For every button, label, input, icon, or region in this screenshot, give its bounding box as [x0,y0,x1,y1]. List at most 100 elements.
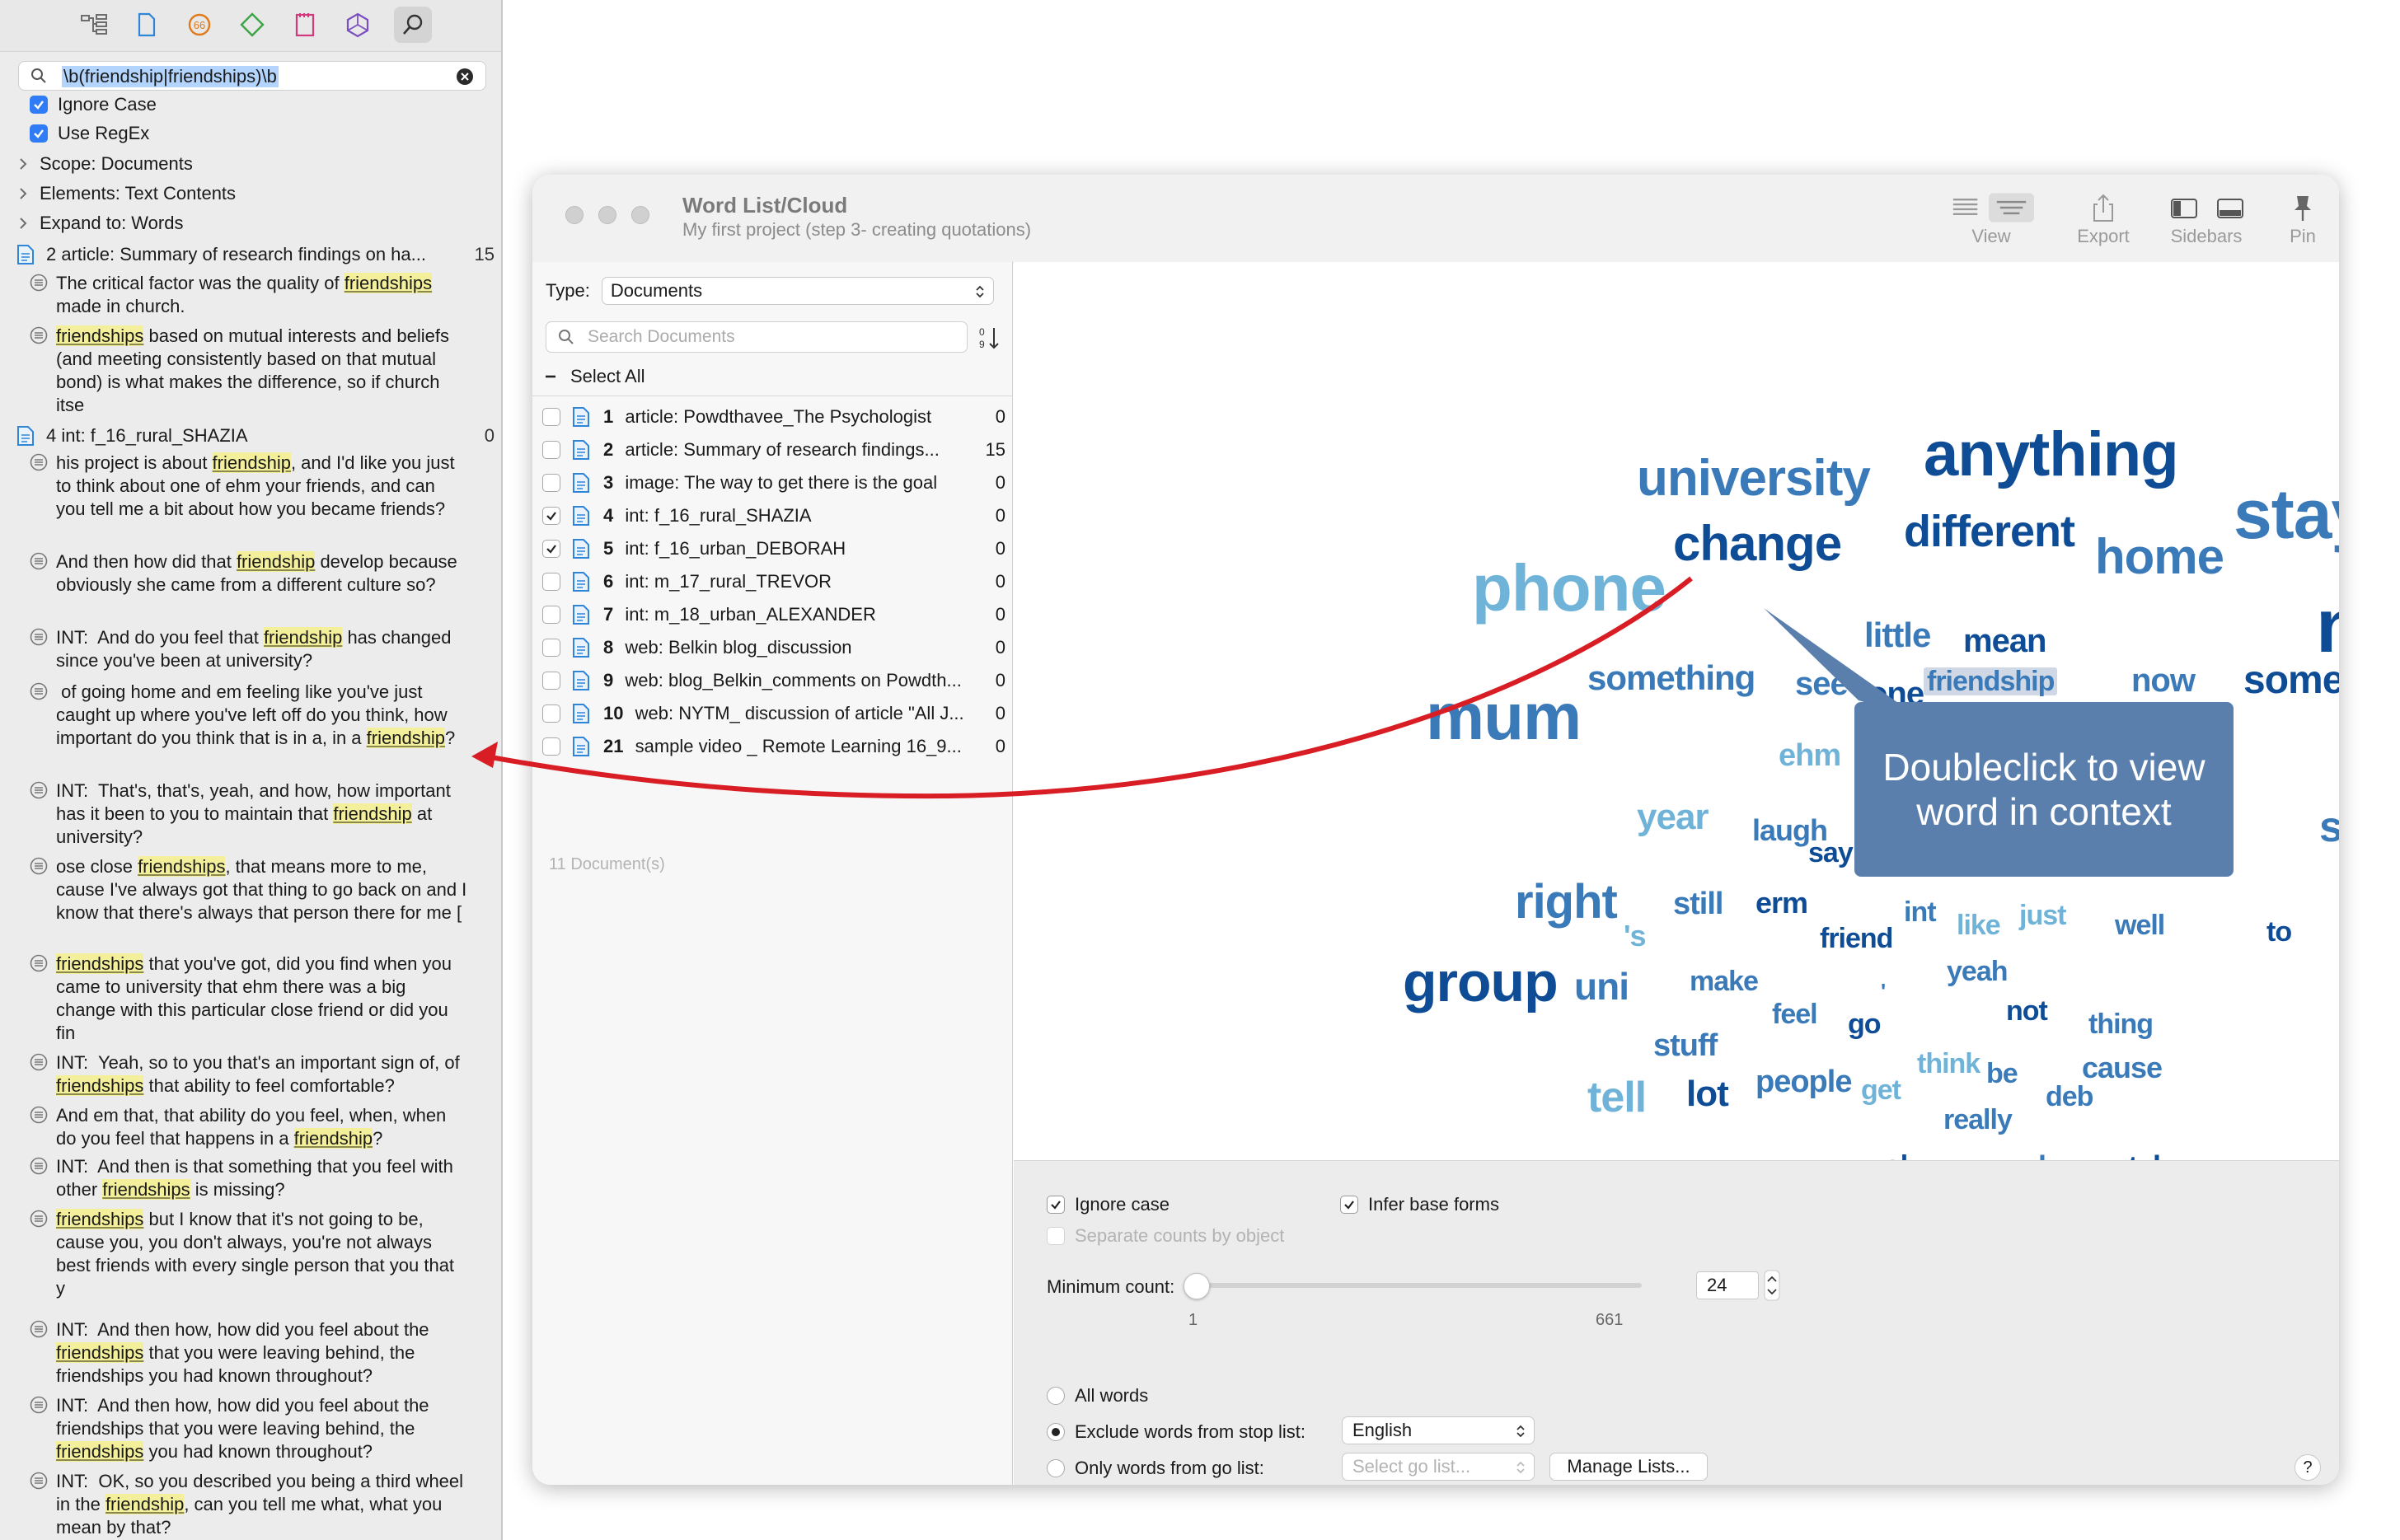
code-icon[interactable] [236,8,269,41]
all-words-option[interactable]: All words [1047,1385,1148,1407]
cloud-word[interactable]: see [1795,667,1849,700]
cloud-word[interactable]: different [1904,509,2075,554]
type-select[interactable]: Documents [601,277,994,305]
document-checkbox[interactable] [542,540,560,558]
infer-base-forms-option[interactable]: Infer base forms [1340,1194,1499,1215]
cloud-word[interactable]: phone [1472,555,1666,621]
document-row[interactable]: 21 sample video _ Remote Learning 16_9..… [542,730,1005,763]
cloud-word[interactable]: anything [1924,424,2179,486]
ignore-case-checkbox[interactable] [30,96,48,114]
cloud-word[interactable]: deb [2046,1083,2093,1111]
cloud-word[interactable]: stay [2234,480,2339,549]
minimum-count-slider-track[interactable] [1187,1283,1642,1288]
minus-icon[interactable] [542,368,559,385]
pin-button[interactable]: Pin [2278,190,2327,247]
document-checkbox[interactable] [542,441,560,459]
cloud-word[interactable]: feel [1772,1000,1818,1028]
stepper-icon[interactable] [1764,1270,1780,1301]
cloud-word[interactable]: start [2319,806,2339,849]
use-regex-option[interactable]: Use RegEx [30,123,149,144]
result-group-header[interactable]: 4 int: f_16_rural_SHAZIA 0 [16,425,495,447]
expand-row[interactable]: Expand to: Words [18,213,183,234]
clear-search-icon[interactable] [456,68,474,86]
document-checkbox[interactable] [542,737,560,756]
document-row[interactable]: 9 web: blog_Belkin_comments on Powdth...… [542,664,1005,697]
document-row[interactable]: 7 int: m_18_urban_ALEXANDER 0 [542,598,1005,631]
cloud-word[interactable]: just [2019,901,2066,929]
document-checkbox[interactable] [542,672,560,690]
cloud-word[interactable]: ehm [1779,740,1841,771]
cloud-word[interactable]: still [1673,888,1723,920]
cloud-word-selected[interactable]: friendship [1924,667,2058,695]
cloud-word[interactable]: right [1515,878,1618,926]
cloud-word[interactable]: group [1403,954,1559,1010]
cloud-word[interactable]: little [1864,618,1931,653]
export-button[interactable]: Export [2070,190,2136,247]
document-row[interactable]: 2 article: Summary of research findings.… [542,433,1005,466]
cloud-word[interactable]: go [1848,1010,1882,1038]
separate-counts-option[interactable]: Separate counts by object [1047,1225,1284,1247]
minimize-window-button[interactable] [598,206,616,224]
cloud-word[interactable]: thing [2088,1010,2154,1038]
hierarchy-icon[interactable] [77,8,110,41]
chevron-right-icon[interactable] [18,187,28,200]
search-input[interactable]: \b(friendship|friendships)\b [18,61,486,91]
document-row[interactable]: 3 image: The way to get there is the goa… [542,466,1005,499]
ignore-case-option[interactable]: Ignore Case [30,94,157,115]
scope-row[interactable]: Scope: Documents [18,153,193,175]
minimum-count-field[interactable]: 24 [1696,1271,1759,1299]
close-window-button[interactable] [565,206,584,224]
all-words-radio[interactable] [1047,1387,1065,1405]
document-checkbox[interactable] [542,573,560,591]
cloud-word[interactable]: erm [1755,888,1808,918]
cloud-word[interactable]: cause [2082,1053,2163,1083]
cloud-word[interactable]: like [1957,911,2001,939]
result-group-header[interactable]: 2 article: Summary of research findings … [16,244,495,265]
cloud-word[interactable]: really [1943,1106,2013,1134]
cloud-word[interactable]: something [1587,661,1755,695]
cloud-word[interactable]: need [2316,588,2339,664]
cloud-word[interactable]: to [2266,918,2292,946]
document-row[interactable]: 6 int: m_17_rural_TREVOR 0 [542,565,1005,598]
document-row[interactable]: 4 int: f_16_rural_SHAZIA 0 [542,499,1005,532]
cloud-word[interactable]: think [1917,1050,1980,1078]
sort-icon[interactable]: 09 [977,325,1002,351]
separate-counts-checkbox[interactable] [1047,1227,1065,1245]
network-icon[interactable] [341,8,374,41]
document-checkbox[interactable] [542,639,560,657]
cloud-word[interactable]: mean [1963,625,2046,658]
view-button[interactable]: View [1947,190,2036,247]
exclude-stop-list-radio[interactable] [1047,1423,1065,1441]
infer-base-forms-checkbox[interactable] [1340,1196,1358,1214]
ignore-case-option[interactable]: Ignore case [1047,1194,1170,1215]
cloud-word[interactable]: friend [1820,924,1893,953]
memo-icon[interactable] [288,8,321,41]
cloud-word[interactable]: tell [1587,1076,1647,1119]
elements-row[interactable]: Elements: Text Contents [18,183,236,204]
cloud-word[interactable]: 's [1624,921,1647,951]
go-list-select[interactable]: Select go list... [1342,1453,1535,1481]
go-list-radio[interactable] [1047,1459,1065,1477]
document-row[interactable]: 8 web: Belkin blog_discussion 0 [542,631,1005,664]
cloud-word[interactable]: int [1904,898,1937,926]
cloud-word[interactable]: not [2006,997,2048,1025]
select-all-row[interactable]: Select All [542,366,645,387]
search-tab-icon[interactable] [394,7,432,43]
sidebars-button[interactable]: Sidebars [2153,190,2260,247]
use-regex-checkbox[interactable] [30,124,48,143]
cloud-word[interactable]: university [1637,453,1871,504]
cloud-word[interactable]: people [1755,1066,1852,1098]
document-checkbox[interactable] [542,606,560,624]
document-checkbox[interactable] [542,507,560,525]
manage-lists-button[interactable]: Manage Lists... [1549,1453,1708,1481]
cloud-word[interactable]: stuff [1653,1030,1718,1061]
cloud-word[interactable]: change [1673,519,1842,569]
document-row[interactable]: 1 article: Powdthavee_The Psychologist 0 [542,400,1005,433]
ignore-case-checkbox[interactable] [1047,1196,1065,1214]
cloud-word[interactable]: ' [1881,981,1886,1002]
document-checkbox[interactable] [542,474,560,492]
cloud-word[interactable]: get [1861,1076,1901,1104]
document-checkbox[interactable] [542,704,560,723]
document-row[interactable]: 5 int: f_16_urban_DEBORAH 0 [542,532,1005,565]
minimum-count-slider-knob[interactable] [1184,1273,1210,1299]
